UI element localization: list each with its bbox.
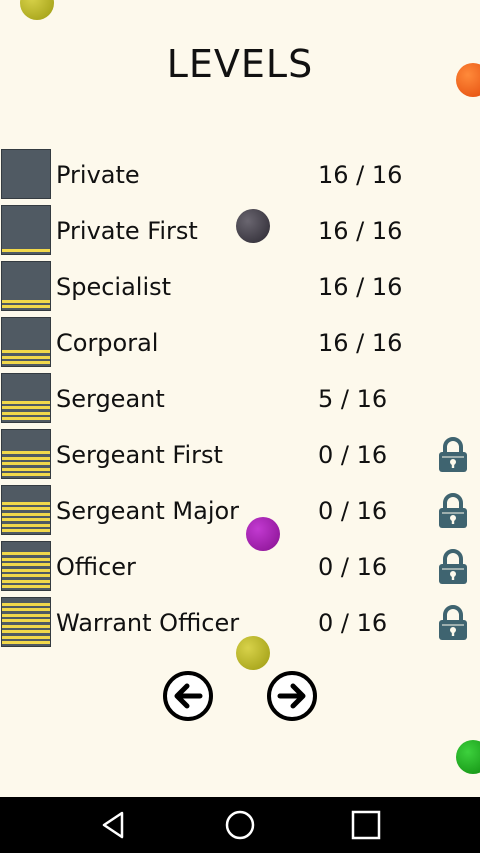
rank-insignia-icon (1, 317, 51, 367)
level-name: Warrant Officer (56, 609, 240, 637)
rank-stripe (2, 619, 50, 622)
level-row: Warrant Officer 0 / 16 (0, 597, 480, 649)
decorative-ball-yellow-top (20, 0, 54, 20)
system-back-button[interactable] (98, 809, 130, 841)
rank-stripe (2, 635, 50, 639)
level-row[interactable]: Private First 16 / 16 (0, 205, 480, 257)
rank-stripe (2, 574, 50, 577)
arrow-left-circle-icon (163, 671, 213, 721)
level-name: Sergeant (56, 385, 165, 413)
rank-stripe (2, 518, 50, 521)
level-row[interactable]: Corporal 16 / 16 (0, 317, 480, 369)
rank-stripe (2, 355, 50, 359)
level-row[interactable]: Sergeant 5 / 16 (0, 373, 480, 425)
next-page-button[interactable] (266, 670, 318, 722)
rank-insignia-icon (1, 541, 51, 591)
rank-stripe (2, 507, 50, 510)
rank-stripe (2, 523, 50, 527)
level-row: Sergeant First 0 / 16 (0, 429, 480, 481)
page-title: LEVELS (166, 42, 314, 86)
rank-stripe (2, 473, 50, 476)
rank-stripe (2, 641, 50, 644)
level-row[interactable]: Specialist 16 / 16 (0, 261, 480, 313)
rank-stripe (2, 563, 50, 566)
rank-stripe (2, 557, 50, 561)
rank-stripe (2, 568, 50, 572)
rank-stripe (2, 602, 50, 606)
system-home-button[interactable] (224, 809, 256, 841)
level-name: Specialist (56, 273, 172, 301)
rank-insignia-icon (1, 261, 51, 311)
level-name: Sergeant Major (56, 497, 240, 525)
system-navigation-bar (0, 797, 480, 853)
padlock-icon (437, 437, 469, 473)
rank-stripe (2, 406, 50, 409)
circle-home-icon (225, 810, 255, 840)
rank-stripe (2, 411, 50, 415)
level-name: Private First (56, 217, 198, 245)
rank-stripe (2, 456, 50, 460)
padlock-icon (437, 549, 469, 585)
rank-stripe (2, 552, 50, 555)
rank-stripe (2, 579, 50, 583)
triangle-back-icon (102, 811, 124, 839)
level-name: Officer (56, 553, 136, 581)
square-recents-icon (351, 810, 381, 840)
rank-stripe (2, 608, 50, 611)
rank-stripe (2, 613, 50, 617)
rank-stripe (2, 630, 50, 633)
level-progress: 5 / 16 (318, 385, 388, 413)
rank-stripe (2, 400, 50, 404)
rank-insignia-icon (1, 485, 51, 535)
rank-stripe (2, 467, 50, 471)
level-progress: 0 / 16 (318, 497, 388, 525)
rank-stripe (2, 585, 50, 588)
rank-stripe (2, 529, 50, 532)
rank-stripe (2, 305, 50, 308)
level-progress: 16 / 16 (318, 161, 403, 189)
rank-stripe (2, 512, 50, 516)
system-recents-button[interactable] (350, 809, 382, 841)
level-progress: 16 / 16 (318, 329, 403, 357)
rank-stripe (2, 501, 50, 505)
level-progress: 0 / 16 (318, 553, 388, 581)
arrow-right-circle-icon (267, 671, 317, 721)
rank-insignia-icon (1, 373, 51, 423)
level-progress: 0 / 16 (318, 609, 388, 637)
level-progress: 16 / 16 (318, 273, 403, 301)
rank-insignia-icon (1, 149, 51, 199)
rank-insignia-icon (1, 597, 51, 647)
rank-stripe (2, 299, 50, 303)
rank-stripe (2, 249, 50, 252)
level-name: Corporal (56, 329, 159, 357)
padlock-icon (437, 493, 469, 529)
level-row: Sergeant Major 0 / 16 (0, 485, 480, 537)
padlock-icon (437, 605, 469, 641)
previous-page-button[interactable] (162, 670, 214, 722)
rank-insignia-icon (1, 429, 51, 479)
rank-stripe (2, 462, 50, 465)
level-name: Private (56, 161, 140, 189)
level-row[interactable]: Private 16 / 16 (0, 149, 480, 201)
rank-stripe (2, 624, 50, 628)
rank-stripe (2, 361, 50, 364)
level-progress: 0 / 16 (318, 441, 388, 469)
level-name: Sergeant First (56, 441, 223, 469)
level-row: Officer 0 / 16 (0, 541, 480, 593)
rank-stripe (2, 417, 50, 420)
rank-insignia-icon (1, 205, 51, 255)
decorative-ball-green (456, 740, 480, 774)
rank-stripe (2, 451, 50, 454)
rank-stripe (2, 350, 50, 353)
level-progress: 16 / 16 (318, 217, 403, 245)
